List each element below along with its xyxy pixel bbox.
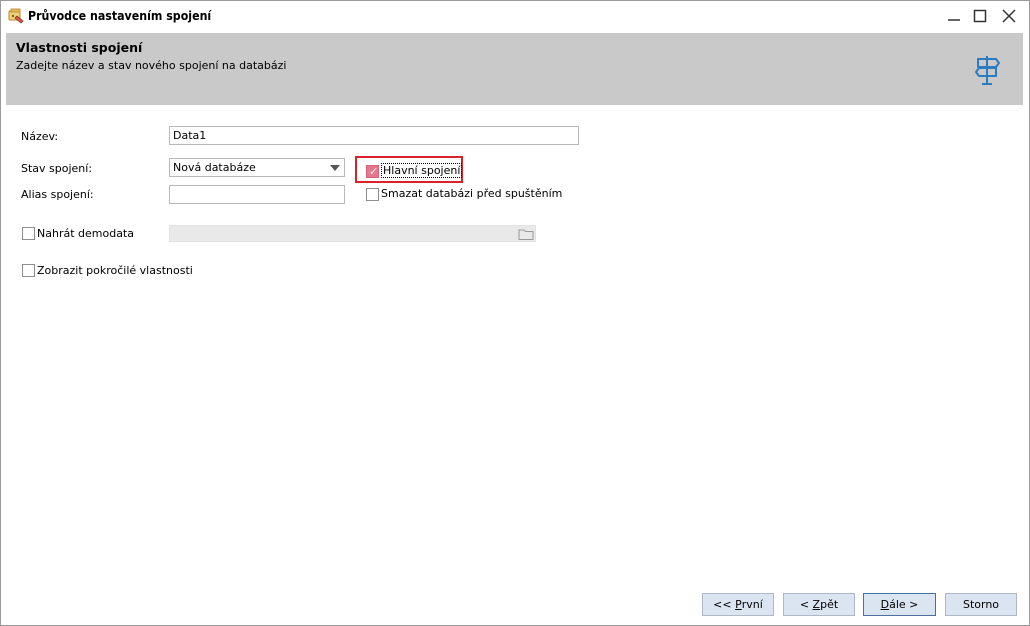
next-button[interactable]: Dále > [863,593,936,616]
load-demo-checkbox[interactable] [22,227,35,240]
back-button-prefix: < [799,598,813,611]
app-wizard-icon [7,8,24,25]
first-button[interactable]: << První [702,593,774,616]
name-label: Název: [21,130,59,143]
main-connection-label[interactable]: Hlavní spojení [381,163,463,178]
maximize-icon [973,9,987,23]
alias-input[interactable] [169,185,345,204]
show-advanced-label[interactable]: Zobrazit pokročilé vlastnosti [37,264,193,277]
state-select-value: Nová databáze [173,161,256,174]
wizard-header: Vlastnosti spojení Zadejte název a stav … [6,33,1023,105]
delete-db-label[interactable]: Smazat databázi před spuštěním [381,187,562,200]
back-button[interactable]: < Zpět [783,593,855,616]
wizard-window: Průvodce nastavením spojení Vlastnosti s… [0,0,1030,626]
minimize-button[interactable] [941,4,967,28]
name-input[interactable]: Data1 [169,126,579,145]
first-button-rest: rvní [741,598,763,611]
back-button-key: Z [812,598,821,611]
folder-icon [518,227,534,241]
load-demo-label[interactable]: Nahrát demodata [37,227,134,240]
back-button-rest: pět [820,598,839,611]
first-button-key: P [735,598,742,611]
alias-label: Alias spojení: [21,188,94,201]
maximize-button[interactable] [967,4,993,28]
header-title: Vlastnosti spojení [16,40,143,55]
delete-db-checkbox[interactable] [366,188,379,201]
header-subtitle: Zadejte název a stav nového spojení na d… [16,59,287,72]
title-bar: Průvodce nastavením spojení [1,1,1029,32]
first-button-prefix: << [713,598,736,611]
chevron-down-icon [330,165,340,171]
demo-path-input [169,225,536,242]
minimize-icon [948,19,960,21]
state-label: Stav spojení: [21,162,93,175]
state-select[interactable]: Nová databáze [169,158,345,177]
close-icon [1002,9,1016,23]
window-title: Průvodce nastavením spojení [28,9,212,23]
main-connection-text: Hlavní spojení [381,163,463,178]
main-connection-checkbox[interactable]: ✓ [366,165,379,178]
next-button-key: D [880,598,890,611]
wizard-body: Název: Data1 Stav spojení: Nová databáze… [6,105,1023,623]
close-button[interactable] [996,4,1022,28]
checkmark-icon: ✓ [369,165,379,178]
next-button-rest: ále > [889,598,919,611]
cancel-button[interactable]: Storno [945,593,1017,616]
show-advanced-checkbox[interactable] [22,264,35,277]
signpost-icon [972,54,1002,86]
